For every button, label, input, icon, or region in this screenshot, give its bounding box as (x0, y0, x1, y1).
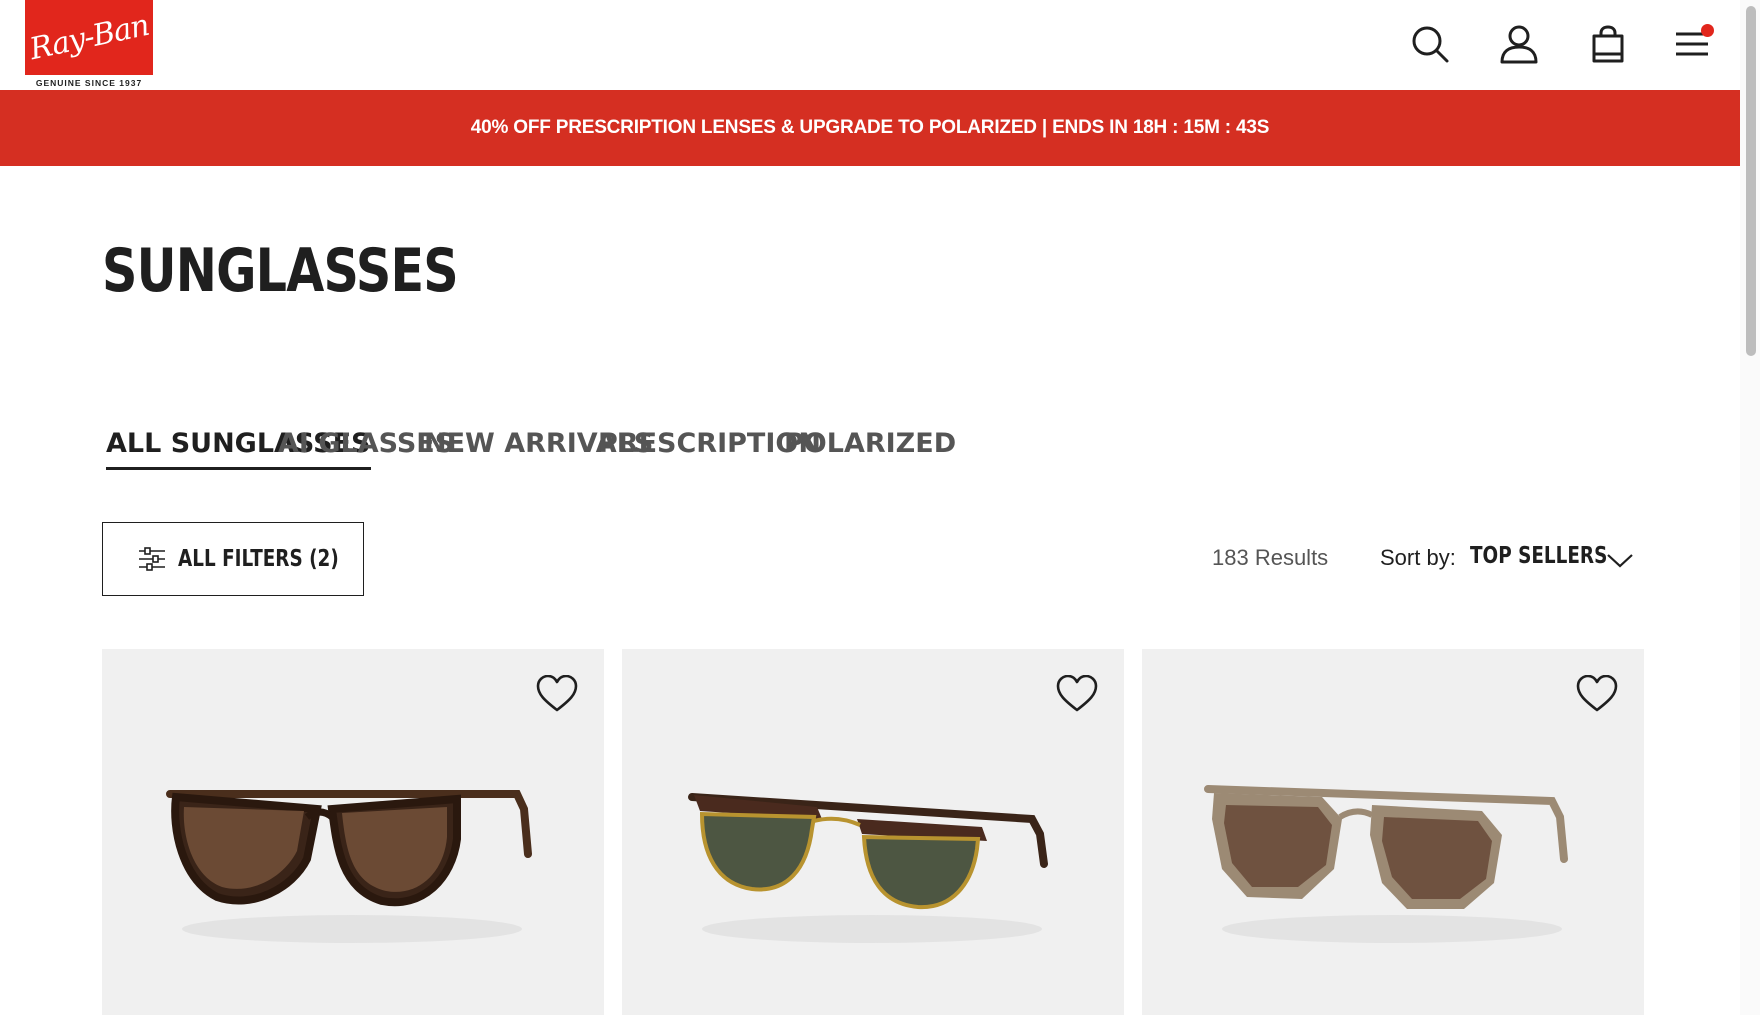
page-scrollbar[interactable] (1740, 0, 1760, 1015)
ray-ban-logo[interactable]: Ray-Ban GENUINE SINCE 1937 (25, 0, 153, 88)
heart-icon[interactable] (1056, 675, 1098, 713)
logo-tagline: GENUINE SINCE 1937 (35, 78, 143, 88)
chevron-down-icon[interactable] (1606, 550, 1634, 570)
bag-button[interactable] (1586, 22, 1630, 66)
product-image-tortoise-sunglasses[interactable] (162, 759, 542, 949)
product-card[interactable] (622, 649, 1124, 1015)
product-image-clubmaster-sunglasses[interactable] (682, 759, 1062, 949)
results-count: 183 Results (1212, 545, 1329, 570)
product-card[interactable] (102, 649, 604, 1015)
scrollbar-thumb[interactable] (1746, 6, 1756, 356)
account-icon (1500, 25, 1538, 64)
site-header: Ray-Ban GENUINE SINCE 1937 (0, 0, 1740, 90)
sort-label: Sort by: (1380, 545, 1456, 570)
bag-icon (1592, 25, 1624, 63)
search-button[interactable] (1408, 22, 1452, 66)
filter-sliders-icon (139, 547, 165, 571)
all-filters-label: ALL FILTERS (2) (178, 546, 339, 572)
category-tabs: ALL SUNGLASSES AI GLASSES NEW ARRIVALS P… (106, 428, 956, 470)
all-filters-button[interactable]: ALL FILTERS (2) (102, 522, 364, 596)
menu-button[interactable] (1670, 22, 1714, 66)
sort-dropdown[interactable]: TOP SELLERS (1470, 543, 1607, 569)
promo-text: 40% OFF PRESCRIPTION LENSES & UPGRADE TO… (470, 117, 1270, 138)
search-icon (1412, 26, 1449, 63)
notification-dot (1701, 24, 1714, 37)
promo-banner[interactable]: 40% OFF PRESCRIPTION LENSES & UPGRADE TO… (0, 90, 1740, 166)
heart-icon[interactable] (536, 675, 578, 713)
product-card[interactable] (1142, 649, 1644, 1015)
heart-icon[interactable] (1576, 675, 1618, 713)
page-title: SUNGLASSES (102, 236, 459, 306)
logo-text: Ray-Ban (26, 7, 152, 68)
product-image-beige-hexagonal-sunglasses[interactable] (1202, 759, 1582, 949)
account-button[interactable] (1497, 22, 1541, 66)
tab-polarized[interactable]: POLARIZED (784, 428, 956, 467)
logo-mark: Ray-Ban (25, 0, 153, 75)
